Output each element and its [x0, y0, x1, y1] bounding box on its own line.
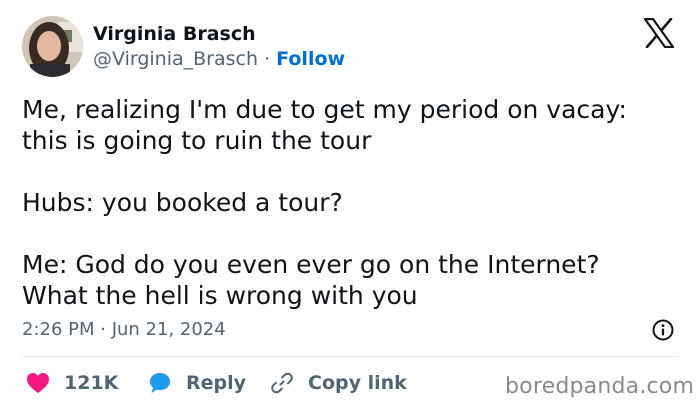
avatar[interactable]	[22, 16, 83, 77]
tweet-line: Me: God do you even ever go on the Inter…	[22, 250, 600, 279]
user-handle[interactable]: @Virginia_Brasch	[93, 48, 258, 70]
divider	[22, 356, 678, 357]
tweet-line: Me, realizing I'm due to get my period o…	[22, 95, 627, 124]
reply-label: Reply	[186, 372, 247, 394]
follow-button[interactable]: Follow	[276, 48, 345, 70]
tweet-line: Hubs: you booked a tour?	[22, 188, 343, 217]
speech-bubble-icon	[150, 373, 170, 393]
watermark: boredpanda.com	[505, 374, 695, 399]
x-logo-icon[interactable]	[643, 17, 675, 49]
tweet-timestamp[interactable]: 2:26 PM · Jun 21, 2024	[22, 318, 226, 342]
tweet-line: What the hell is wrong with you	[22, 281, 418, 310]
tweet-text: Me, realizing I'm due to get my period o…	[22, 94, 682, 311]
avatar-photo	[22, 16, 83, 77]
link-icon	[271, 372, 293, 394]
heart-icon	[27, 373, 49, 393]
display-name[interactable]: Virginia Brasch	[93, 22, 256, 46]
tweet-line: this is going to ruin the tour	[22, 126, 372, 155]
tweet-card: Virginia Brasch @Virginia_Brasch · Follo…	[0, 0, 700, 410]
like-button[interactable]: 121K	[26, 368, 118, 398]
copy-link-button[interactable]: Copy link	[270, 368, 407, 398]
info-icon[interactable]	[651, 318, 675, 342]
copy-link-label: Copy link	[308, 372, 407, 394]
reply-button[interactable]: Reply	[148, 368, 246, 398]
separator-dot: ·	[264, 48, 271, 70]
like-count: 121K	[64, 372, 119, 394]
handle-row: @Virginia_Brasch · Follow	[93, 47, 345, 71]
